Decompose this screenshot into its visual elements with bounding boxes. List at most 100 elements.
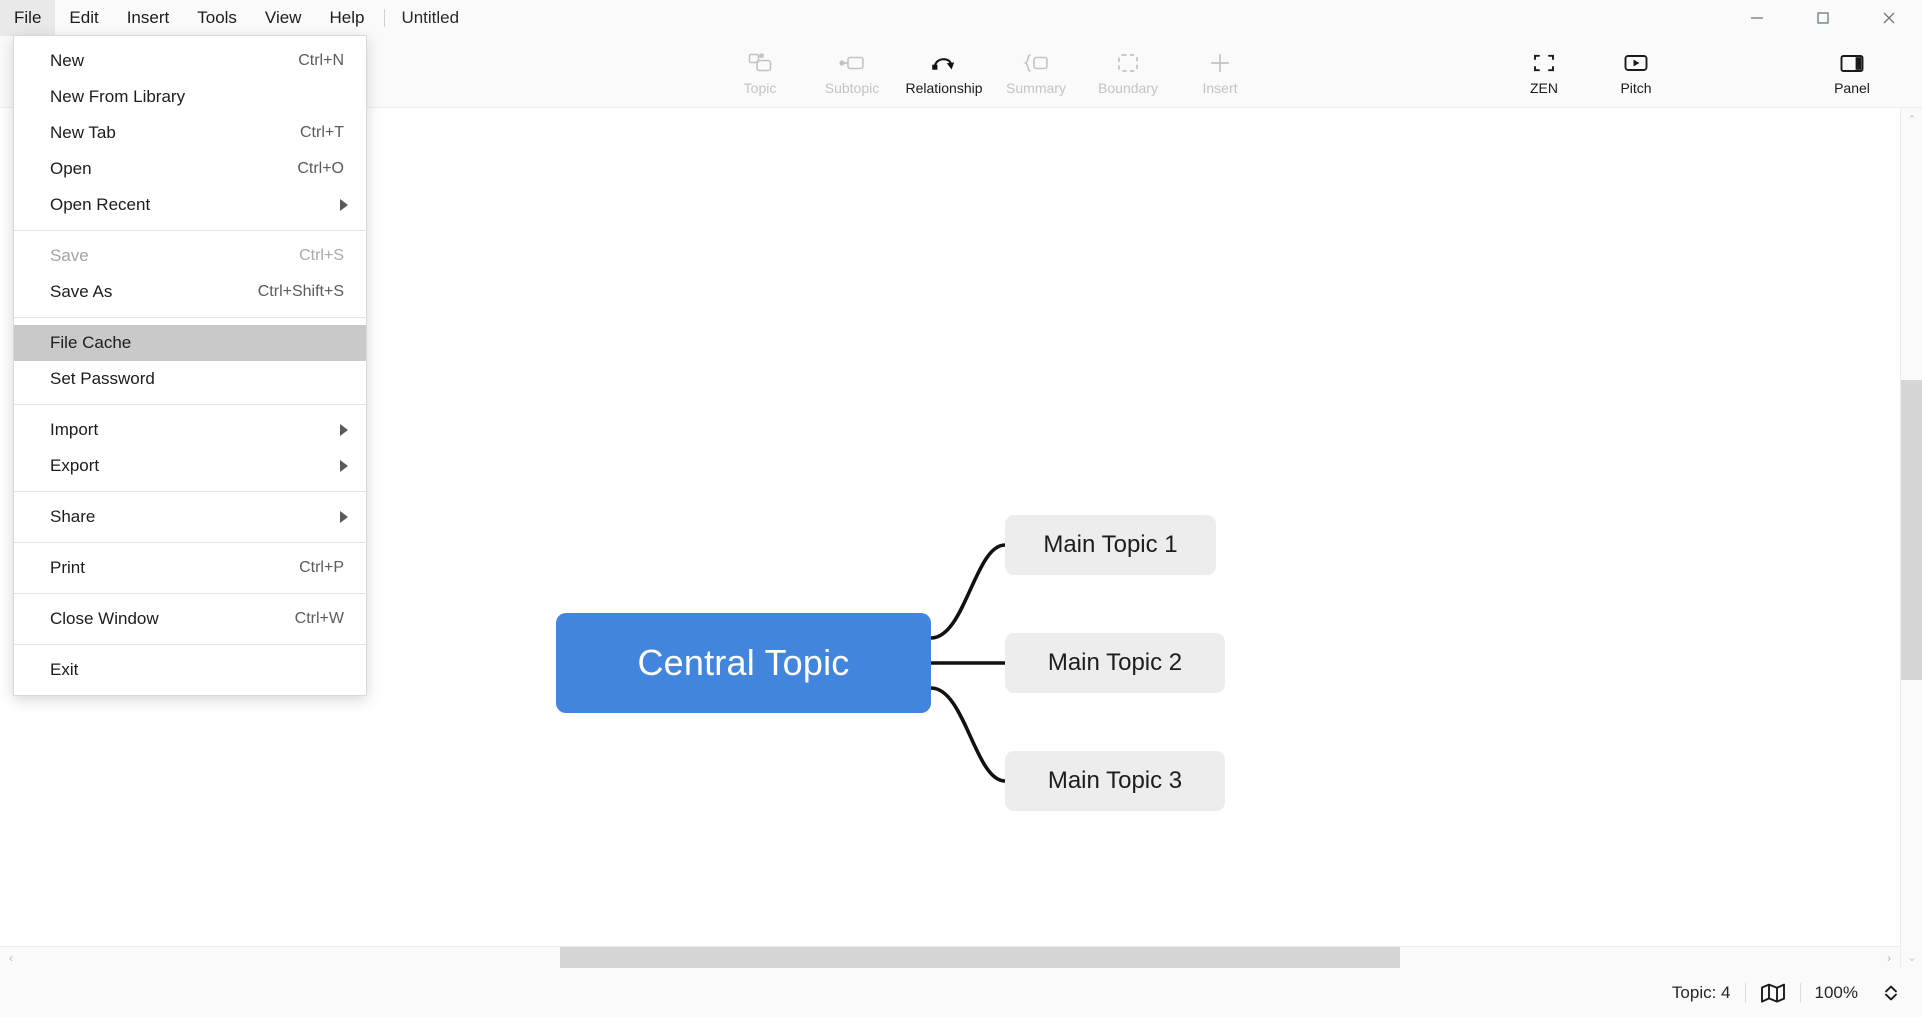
menu-item-share[interactable]: Share bbox=[14, 499, 366, 535]
maximize-icon bbox=[1817, 12, 1829, 24]
menu-item-open-recent[interactable]: Open Recent bbox=[14, 187, 366, 223]
scroll-right-arrow-icon[interactable]: › bbox=[1878, 947, 1900, 969]
menu-item-new[interactable]: New Ctrl+N bbox=[14, 43, 366, 79]
titlebar-spacer bbox=[469, 0, 1724, 35]
scroll-left-arrow-icon[interactable]: ‹ bbox=[0, 947, 22, 969]
menu-separator-2 bbox=[14, 317, 366, 318]
menu-item-share-label: Share bbox=[50, 507, 96, 526]
main-topic-label-2: Main Topic 2 bbox=[1047, 649, 1183, 676]
boundary-icon bbox=[1115, 50, 1141, 76]
submenu-arrow-icon bbox=[340, 460, 348, 472]
toolbar-summary-button[interactable]: Summary bbox=[990, 41, 1082, 103]
minimize-button[interactable] bbox=[1724, 0, 1790, 36]
scroll-up-arrow-icon[interactable]: ⌃ bbox=[1901, 108, 1922, 130]
main-topic-label-1: Main Topic 1 bbox=[1043, 531, 1178, 558]
stepper-chevrons-icon bbox=[1885, 985, 1897, 1000]
submenu-arrow-icon bbox=[340, 424, 348, 436]
menu-item-save[interactable]: Save Ctrl+S bbox=[14, 238, 366, 274]
file-menu-dropdown[interactable]: New Ctrl+N New From Library New Tab Ctrl… bbox=[13, 35, 367, 696]
menu-item-export[interactable]: Export bbox=[14, 448, 366, 484]
map-icon[interactable] bbox=[1746, 982, 1800, 1004]
menu-file-label: File bbox=[14, 8, 42, 27]
menu-item-set-password[interactable]: Set Password bbox=[14, 361, 366, 397]
submenu-arrow-icon bbox=[340, 199, 348, 211]
maximize-button[interactable] bbox=[1790, 0, 1856, 36]
menu-item-file-cache-label: File Cache bbox=[50, 333, 132, 352]
menu-item-close-window-shortcut: Ctrl+W bbox=[294, 610, 344, 627]
horizontal-scroll-thumb[interactable] bbox=[560, 946, 1400, 969]
horizontal-scroll-track[interactable] bbox=[22, 946, 1878, 969]
menu-item-open[interactable]: Open Ctrl+O bbox=[14, 151, 366, 187]
menu-item-open-recent-label: Open Recent bbox=[50, 195, 151, 214]
menu-item-exit[interactable]: Exit bbox=[14, 652, 366, 688]
toolbar-panel-button[interactable]: Panel bbox=[1806, 41, 1898, 103]
menu-item-save-as[interactable]: Save As Ctrl+Shift+S bbox=[14, 274, 366, 310]
zoom-level-label[interactable]: 100% bbox=[1801, 983, 1872, 1003]
menu-separator-3 bbox=[14, 404, 366, 405]
menu-view[interactable]: View bbox=[251, 0, 316, 36]
menu-insert-label: Insert bbox=[126, 8, 170, 27]
close-icon bbox=[1883, 12, 1895, 24]
toolbar-center-group: Topic Subtopic Relationship Summary Boun… bbox=[714, 36, 1266, 108]
menu-item-save-label: Save bbox=[50, 246, 89, 265]
menu-bar: File Edit Insert Tools View Help bbox=[0, 0, 378, 36]
menu-tools[interactable]: Tools bbox=[183, 0, 251, 36]
central-topic-label: Central Topic bbox=[637, 642, 850, 683]
menu-view-label: View bbox=[264, 8, 302, 27]
menu-item-close-window-label: Close Window bbox=[50, 609, 159, 628]
vertical-scroll-thumb[interactable] bbox=[1901, 380, 1922, 680]
menu-item-exit-label: Exit bbox=[50, 660, 79, 679]
status-bar: Topic: 4 100% bbox=[0, 968, 1922, 1017]
menu-item-new-from-library[interactable]: New From Library bbox=[14, 79, 366, 115]
toolbar-zen-label: ZEN bbox=[1530, 79, 1558, 96]
menu-separator-6 bbox=[14, 593, 366, 594]
main-topic-node-2[interactable]: Main Topic 2 bbox=[1005, 633, 1225, 693]
topic-count-label: Topic: 4 bbox=[1671, 982, 1731, 1002]
toolbar-insert-button[interactable]: Insert bbox=[1174, 41, 1266, 103]
menu-item-save-as-label: Save As bbox=[50, 282, 113, 301]
menu-item-print[interactable]: Print Ctrl+P bbox=[14, 550, 366, 586]
toolbar-boundary-button[interactable]: Boundary bbox=[1082, 41, 1174, 103]
menu-help[interactable]: Help bbox=[315, 0, 378, 36]
main-topic-node-3[interactable]: Main Topic 3 bbox=[1005, 751, 1225, 811]
toolbar-relationship-button[interactable]: Relationship bbox=[898, 41, 990, 103]
menu-edit-label: Edit bbox=[69, 8, 99, 27]
menu-separator-5 bbox=[14, 542, 366, 543]
menu-item-new-tab[interactable]: New Tab Ctrl+T bbox=[14, 115, 366, 151]
close-button[interactable] bbox=[1856, 0, 1922, 36]
scroll-down-arrow-icon[interactable]: ⌄ bbox=[1901, 946, 1922, 968]
menu-item-new-tab-label: New Tab bbox=[50, 123, 116, 142]
menu-item-file-cache[interactable]: File Cache bbox=[14, 325, 366, 361]
subtopic-icon bbox=[838, 50, 866, 76]
toolbar-subtopic-button[interactable]: Subtopic bbox=[806, 41, 898, 103]
toolbar-topic-button[interactable]: Topic bbox=[714, 41, 806, 103]
title-bar: File Edit Insert Tools View Help Untitle… bbox=[0, 0, 1922, 36]
submenu-arrow-icon bbox=[340, 511, 348, 523]
document-title[interactable]: Untitled bbox=[391, 0, 469, 35]
central-topic-node[interactable]: Central Topic bbox=[556, 613, 931, 713]
toolbar-pitch-button[interactable]: Pitch bbox=[1590, 41, 1682, 103]
menu-item-print-label: Print bbox=[50, 558, 85, 577]
panel-icon bbox=[1839, 50, 1865, 76]
menu-separator-1 bbox=[14, 230, 366, 231]
toolbar-insert-label: Insert bbox=[1202, 79, 1238, 96]
zen-icon bbox=[1532, 50, 1556, 76]
menu-separator-7 bbox=[14, 644, 366, 645]
menu-file[interactable]: File bbox=[0, 0, 56, 36]
toolbar-zen-button[interactable]: ZEN bbox=[1498, 41, 1590, 103]
menu-edit[interactable]: Edit bbox=[55, 0, 112, 36]
topic-icon bbox=[747, 50, 773, 76]
menu-item-save-as-shortcut: Ctrl+Shift+S bbox=[257, 283, 344, 300]
menu-separator-4 bbox=[14, 491, 366, 492]
zoom-stepper[interactable] bbox=[1872, 983, 1904, 1003]
menu-item-export-label: Export bbox=[50, 456, 100, 475]
menu-item-import[interactable]: Import bbox=[14, 412, 366, 448]
main-topic-node-1[interactable]: Main Topic 1 bbox=[1005, 515, 1216, 575]
vertical-scrollbar[interactable]: ⌃ ⌄ bbox=[1900, 108, 1922, 968]
menu-item-close-window[interactable]: Close Window Ctrl+W bbox=[14, 601, 366, 637]
horizontal-scrollbar[interactable]: ‹ › bbox=[0, 946, 1900, 969]
toolbar-boundary-label: Boundary bbox=[1098, 79, 1158, 96]
pitch-icon bbox=[1623, 50, 1649, 76]
menu-insert[interactable]: Insert bbox=[113, 0, 184, 36]
menu-item-new-from-library-label: New From Library bbox=[50, 87, 186, 106]
